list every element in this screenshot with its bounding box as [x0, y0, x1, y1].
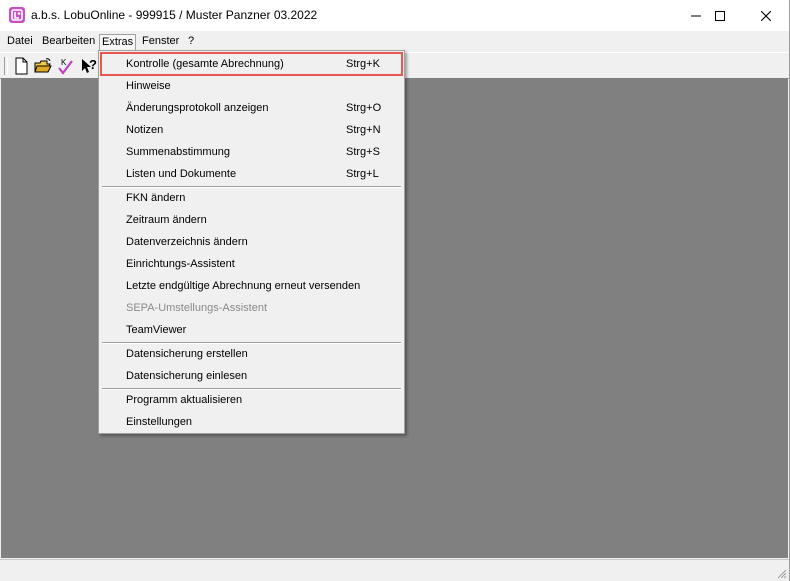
menu-item-datensicherung-erstellen[interactable]: Datensicherung erstellen — [101, 343, 402, 365]
menu-item-aenderungsprotokoll[interactable]: Änderungsprotokoll anzeigen Strg+O — [101, 97, 402, 119]
help-pointer-button[interactable]: ? — [79, 56, 99, 76]
help-pointer-icon: ? — [82, 57, 97, 73]
menu-item-label: TeamViewer — [126, 324, 187, 336]
menu-item-zeitraum-aendern[interactable]: Zeitraum ändern — [101, 209, 402, 231]
close-icon — [761, 10, 771, 21]
check-button[interactable]: K — [56, 56, 76, 76]
menu-item-shortcut: Strg+S — [346, 146, 380, 158]
menu-item-label: Änderungsprotokoll anzeigen — [126, 102, 269, 114]
menu-fenster[interactable]: Fenster — [139, 33, 182, 50]
svg-text:?: ? — [89, 57, 97, 72]
menu-item-shortcut: Strg+O — [346, 102, 382, 114]
title-bar[interactable]: a.b.s. LobuOnline - 999915 / Muster Panz… — [0, 0, 789, 31]
svg-text:K: K — [61, 58, 67, 67]
maximize-button[interactable] — [697, 0, 743, 31]
menu-item-einrichtungs-assistent[interactable]: Einrichtungs-Assistent — [101, 253, 402, 275]
menu-item-label: FKN ändern — [126, 192, 186, 204]
new-document-icon — [15, 57, 28, 75]
menu-item-einstellungen[interactable]: Einstellungen — [101, 411, 402, 433]
menu-item-label: Kontrolle (gesamte Abrechnung) — [126, 58, 284, 70]
menu-item-shortcut: Strg+N — [346, 124, 381, 136]
menu-item-sepa-assistent: SEPA-Umstellungs-Assistent — [101, 297, 402, 319]
menu-item-label: Hinweise — [126, 80, 171, 92]
menu-item-datenverzeichnis[interactable]: Datenverzeichnis ändern — [101, 231, 402, 253]
menu-item-label: Datenverzeichnis ändern — [126, 236, 248, 248]
menu-item-label: Datensicherung erstellen — [126, 348, 248, 360]
menu-help[interactable]: ? — [185, 33, 197, 50]
menu-item-shortcut: Strg+K — [346, 58, 380, 70]
menu-item-programm-aktualisieren[interactable]: Programm aktualisieren — [101, 389, 402, 411]
menu-item-label: Programm aktualisieren — [126, 394, 243, 406]
menu-item-label: Einstellungen — [126, 416, 193, 428]
menu-item-shortcut: Strg+L — [346, 168, 379, 180]
menu-datei[interactable]: Datei — [4, 33, 36, 50]
window-title: a.b.s. LobuOnline - 999915 / Muster Panz… — [31, 8, 318, 22]
menu-item-fkn-aendern[interactable]: FKN ändern — [101, 187, 402, 209]
status-bar — [0, 559, 789, 581]
menu-item-label: Summenabstimmung — [126, 146, 230, 158]
menu-item-label: Notizen — [126, 124, 164, 136]
close-button[interactable] — [743, 0, 789, 31]
resize-grip-icon[interactable] — [775, 567, 787, 579]
menu-item-label: Einrichtungs-Assistent — [126, 258, 235, 270]
menu-item-label: SEPA-Umstellungs-Assistent — [126, 302, 268, 314]
menu-item-label: Zeitraum ändern — [126, 214, 207, 226]
app-window: a.b.s. LobuOnline - 999915 / Muster Panz… — [0, 0, 790, 581]
menu-item-label: Letzte endgültige Abrechnung erneut vers… — [126, 280, 361, 292]
menu-item-abrechnung-versenden[interactable]: Letzte endgültige Abrechnung erneut vers… — [101, 275, 402, 297]
menu-item-teamviewer[interactable]: TeamViewer — [101, 319, 402, 341]
menu-item-listen-dokumente[interactable]: Listen und Dokumente Strg+L — [101, 163, 402, 185]
new-document-button[interactable] — [11, 56, 31, 76]
menu-item-kontrolle[interactable]: Kontrolle (gesamte Abrechnung) Strg+K — [100, 52, 403, 76]
menu-item-hinweise[interactable]: Hinweise — [101, 75, 402, 97]
app-logo-icon[interactable] — [9, 7, 25, 23]
menu-item-notizen[interactable]: Notizen Strg+N — [101, 119, 402, 141]
menu-item-datensicherung-einlesen[interactable]: Datensicherung einlesen — [101, 365, 402, 387]
menu-item-label: Datensicherung einlesen — [126, 370, 248, 382]
check-k-icon: K — [58, 58, 73, 75]
extras-dropdown-menu: Kontrolle (gesamte Abrechnung) Strg+K Hi… — [98, 50, 405, 434]
menu-item-summenabstimmung[interactable]: Summenabstimmung Strg+S — [101, 141, 402, 163]
menu-item-label: Listen und Dokumente — [126, 168, 237, 180]
maximize-icon — [715, 10, 725, 21]
open-folder-button[interactable] — [33, 56, 53, 76]
open-folder-icon — [34, 58, 52, 73]
toolbar-grip[interactable] — [4, 57, 8, 75]
menu-bar: Datei Bearbeiten Extras Fenster ? — [0, 31, 789, 52]
menu-bearbeiten[interactable]: Bearbeiten — [39, 33, 98, 50]
